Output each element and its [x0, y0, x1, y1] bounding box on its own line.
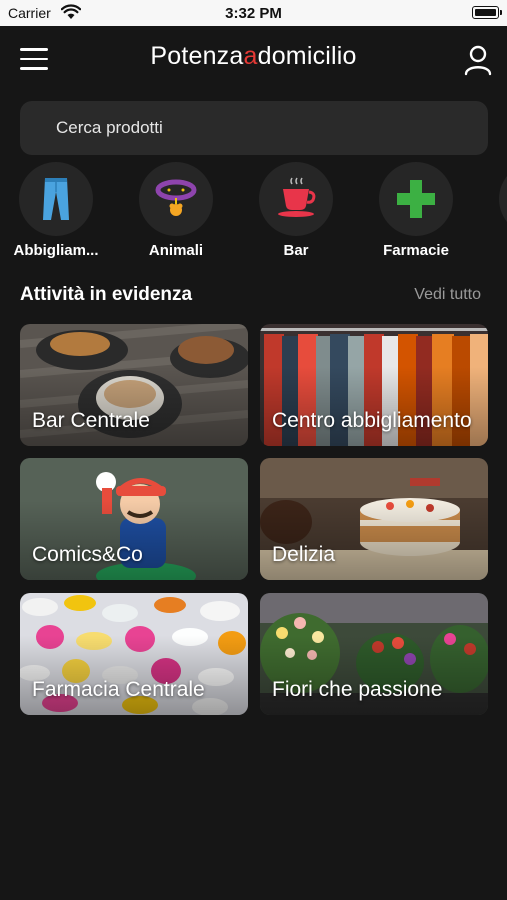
pharmacy-cross-icon — [379, 162, 453, 236]
featured-card-centro-abbigliamento[interactable]: Centro abbigliamento — [260, 324, 488, 446]
featured-title: Attività in evidenza — [20, 284, 193, 305]
category-abbigliamento[interactable]: Abbigliam... — [1, 162, 111, 259]
jeans-icon — [19, 162, 93, 236]
logo-text-potenza: Potenza — [150, 42, 244, 70]
pet-collar-icon — [139, 162, 213, 236]
card-title: Comics&Co — [32, 543, 143, 566]
featured-card-comics-co[interactable]: Comics&Co — [20, 458, 248, 580]
search-input[interactable] — [56, 101, 476, 155]
clock: 3:32 PM — [225, 5, 282, 22]
card-title: Farmacia Centrale — [32, 678, 205, 701]
category-label: Abbigliam... — [13, 242, 99, 259]
category-partial[interactable] — [481, 162, 507, 236]
card-title: Delizia — [272, 543, 336, 566]
coffee-cup-icon — [259, 162, 333, 236]
category-farmacie[interactable]: Farmacie — [361, 162, 471, 259]
app-header: Potenzaadomicilio — [0, 26, 507, 98]
card-title: Fiori che passione — [272, 678, 443, 701]
see-all-link[interactable]: Vedi tutto — [414, 286, 481, 304]
card-title: Centro abbigliamento — [272, 409, 472, 432]
app-logo: Potenzaadomicilio — [0, 42, 507, 71]
category-carousel[interactable]: Abbigliam... Animali Bar Farmacie — [0, 160, 507, 266]
search-bar — [20, 101, 488, 155]
category-bar[interactable]: Bar — [241, 162, 351, 259]
logo-text-domicilio: domicilio — [257, 42, 357, 70]
user-profile-icon[interactable] — [463, 44, 493, 76]
category-label: Bar — [283, 242, 309, 259]
featured-card-farmacia-centrale[interactable]: Farmacia Centrale — [20, 593, 248, 715]
category-animali[interactable]: Animali — [121, 162, 231, 259]
logo-text-a: a — [243, 42, 258, 70]
category-label: Farmacie — [383, 242, 449, 259]
status-bar: Carrier 3:32 PM — [0, 0, 507, 26]
featured-card-bar-centrale[interactable]: Bar Centrale — [20, 324, 248, 446]
category-label: Animali — [148, 242, 204, 259]
featured-card-fiori-che-passione[interactable]: Fiori che passione — [260, 593, 488, 715]
category-more-icon — [499, 162, 507, 236]
featured-card-delizia[interactable]: Delizia — [260, 458, 488, 580]
card-title: Bar Centrale — [32, 409, 150, 432]
battery-icon — [472, 6, 502, 19]
